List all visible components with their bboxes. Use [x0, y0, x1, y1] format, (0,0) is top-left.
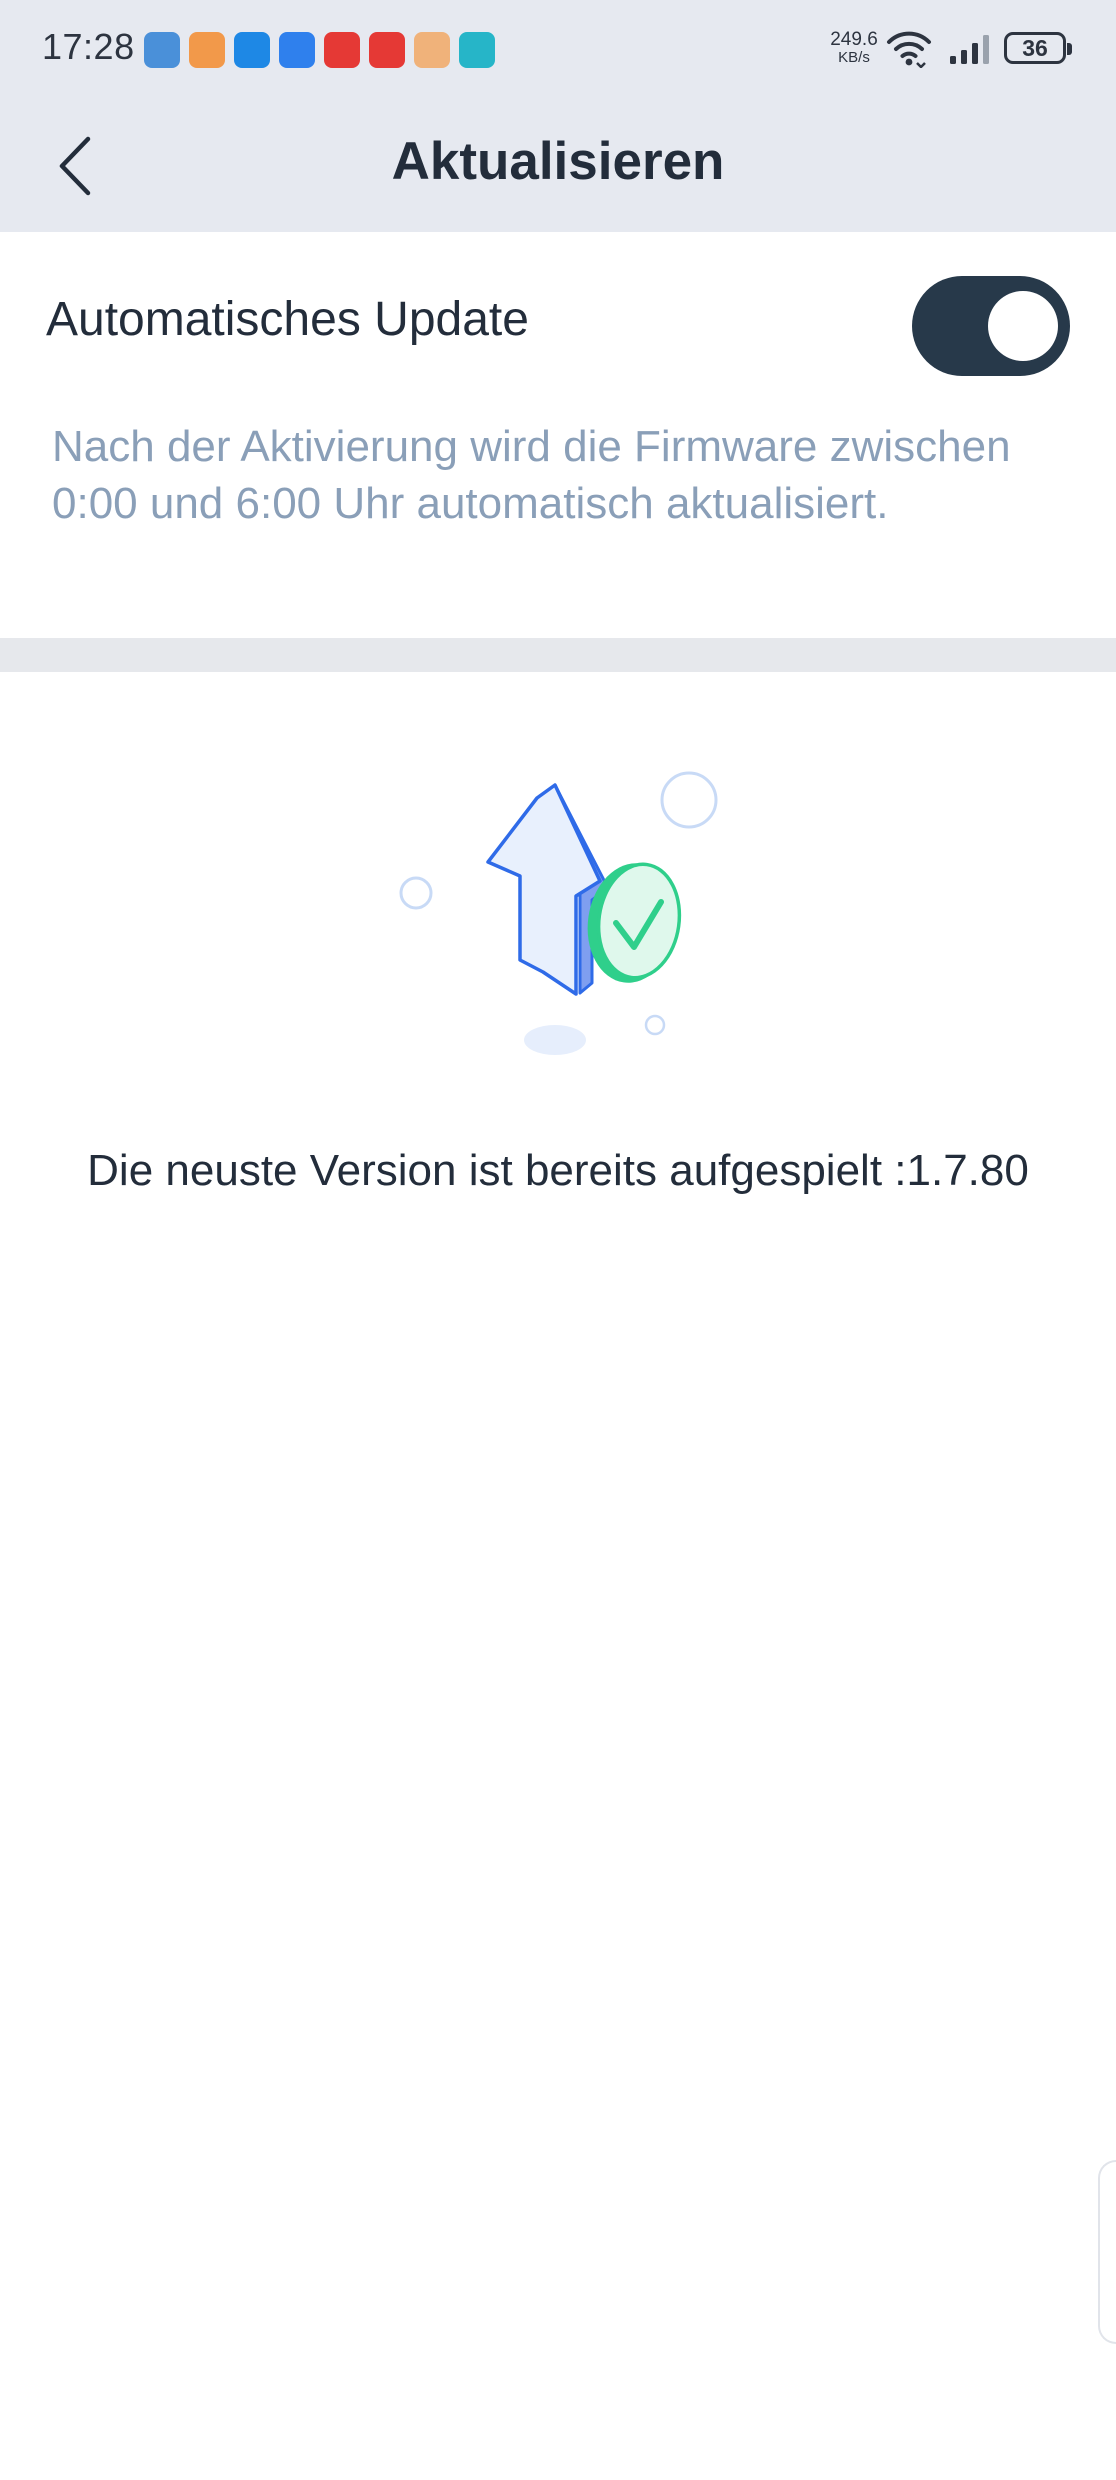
- upload-arrow-check-icon: [380, 760, 740, 1070]
- mail-app-icon: [279, 32, 315, 68]
- auto-update-description: Nach der Aktivierung wird die Firmware z…: [52, 422, 1011, 528]
- wifi-icon: [886, 30, 932, 73]
- amazon-app-icon: [414, 32, 450, 68]
- back-button[interactable]: [40, 124, 110, 212]
- network-speed: 249.6 KB/s: [822, 30, 886, 65]
- red-app-icon: [324, 32, 360, 68]
- teal-app-icon: [459, 32, 495, 68]
- calendar-app-icon: [144, 32, 180, 68]
- auto-update-label: Automatisches Update: [46, 293, 529, 346]
- page-title: Aktualisieren: [391, 132, 725, 191]
- edge-swipe-handle[interactable]: [1098, 2160, 1116, 2344]
- s-app-icon: [369, 32, 405, 68]
- section-divider: [0, 638, 1116, 672]
- firmware-update-screen: 17:28 249.6 KB/s 36 Aktualisieren Automa…: [0, 0, 1116, 2480]
- status-time: 17:28: [42, 26, 135, 67]
- network-speed-unit: KB/s: [838, 49, 870, 66]
- chevron-left-icon: [57, 135, 93, 202]
- cellular-signal-icon: [948, 32, 996, 71]
- version-status-message: Die neuste Version ist bereits aufgespie…: [87, 1146, 1029, 1195]
- auto-update-section: Automatisches Update Nach der Aktivierun…: [0, 232, 1116, 638]
- auto-update-toggle[interactable]: [912, 276, 1070, 376]
- notification-app-icons: [144, 32, 495, 68]
- header: 17:28 249.6 KB/s 36 Aktualisieren: [0, 0, 1116, 232]
- home-app-icon: [234, 32, 270, 68]
- battery-icon: 36: [1004, 32, 1072, 64]
- app-bar: Aktualisieren: [0, 104, 1116, 232]
- toggle-knob: [988, 291, 1058, 361]
- status-bar: 17:28 249.6 KB/s 36: [0, 0, 1116, 104]
- hourglass-app-icon: [189, 32, 225, 68]
- network-speed-value: 249.6: [830, 29, 878, 50]
